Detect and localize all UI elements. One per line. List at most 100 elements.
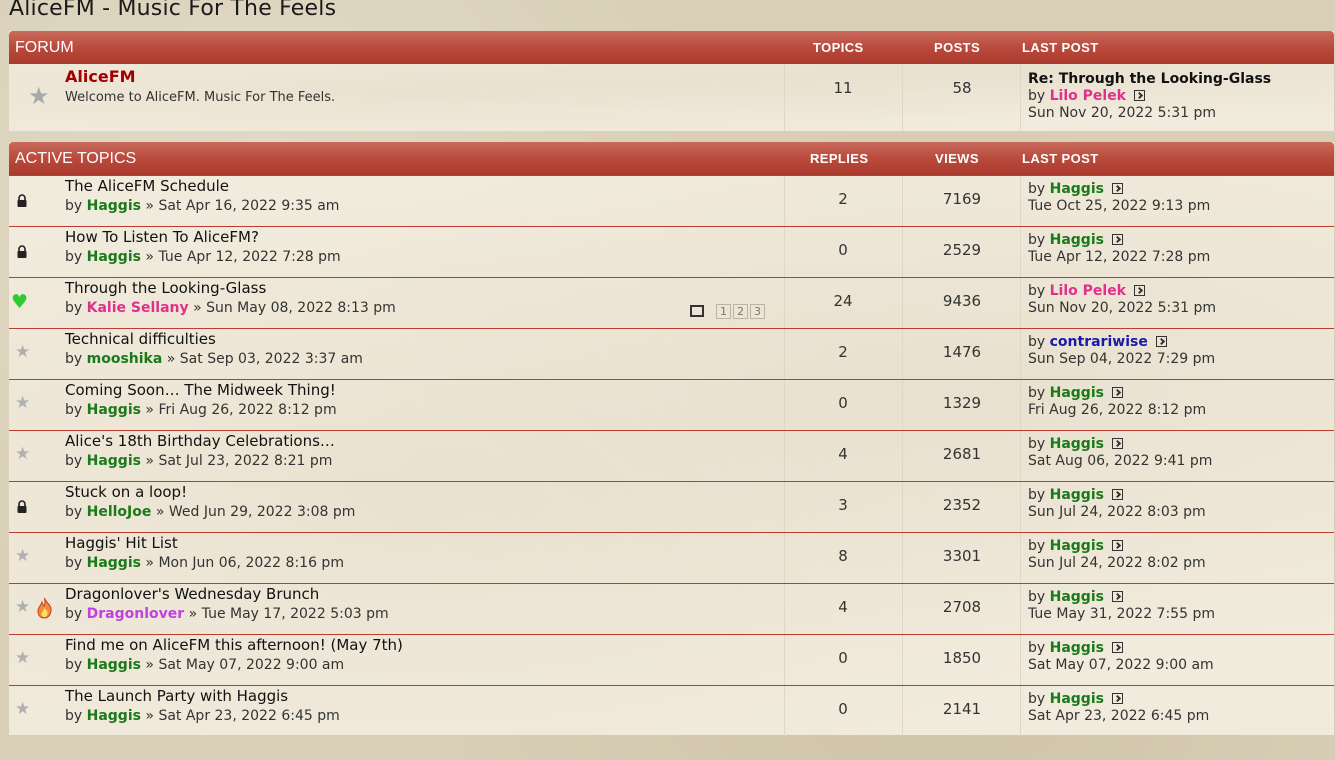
topic-row[interactable]: ♥ Through the Looking-Glass by Kalie Sella… <box>9 277 1334 328</box>
forum-name-link[interactable]: AliceFM <box>65 67 136 86</box>
topic-date: Mon Jun 06, 2022 8:16 pm <box>158 555 344 571</box>
topic-views-count: 1850 <box>942 649 982 667</box>
col-posts-header: POSTS <box>934 40 981 55</box>
forum-row[interactable]: ★ AliceFM Welcome to AliceFM. Music For … <box>9 64 1334 131</box>
site-title: AliceFM - Music For The Feels <box>9 0 337 21</box>
topic-views-count: 7169 <box>942 190 982 208</box>
topic-title-link[interactable]: Dragonlover's Wednesday Brunch <box>65 585 319 603</box>
topic-title-link[interactable]: Stuck on a loop! <box>65 483 187 501</box>
active-topics-header: ACTIVE TOPICS REPLIES VIEWS LAST POST <box>9 142 1334 175</box>
forum-last-post-author[interactable]: Lilo Pelek <box>1050 88 1126 104</box>
topic-date: Sun May 08, 2022 8:13 pm <box>206 300 396 316</box>
star-icon: ★ <box>15 444 31 464</box>
topic-author-link[interactable]: Haggis <box>87 708 141 724</box>
topic-author-link[interactable]: Haggis <box>87 198 141 214</box>
topic-replies-count: 24 <box>833 292 853 310</box>
topic-date: Tue Apr 12, 2022 7:28 pm <box>158 249 341 265</box>
topic-last-post-byline: by Haggis <box>1028 538 1123 554</box>
topic-row[interactable]: The AliceFM Schedule by Haggis » Sat Apr … <box>9 175 1334 226</box>
topic-last-post-time: Fri Aug 26, 2022 8:12 pm <box>1028 402 1207 418</box>
topic-title-link[interactable]: Alice's 18th Birthday Celebrations… <box>65 432 335 450</box>
topic-last-post-author[interactable]: Haggis <box>1050 232 1104 248</box>
col-last-post-header: LAST POST <box>1022 40 1099 55</box>
topic-row[interactable]: ★ Find me on AliceFM this afternoon! (May… <box>9 634 1334 685</box>
topic-last-post-author[interactable]: Haggis <box>1050 385 1104 401</box>
topic-rows: The AliceFM Schedule by Haggis » Sat Apr … <box>9 175 1334 736</box>
topic-author-link[interactable]: HelloJoe <box>87 504 152 520</box>
topic-author-link[interactable]: Haggis <box>87 402 141 418</box>
topic-row[interactable]: ★ Technical difficulties by mooshika » Sat… <box>9 328 1334 379</box>
topic-author-link[interactable]: Haggis <box>87 657 141 673</box>
topic-views-count: 1329 <box>942 394 982 412</box>
forum-read-star-icon: ★ <box>28 82 50 110</box>
topic-author-link[interactable]: Haggis <box>87 555 141 571</box>
topic-row[interactable]: ★ Coming Soon… The Midweek Thing! by Haggi… <box>9 379 1334 430</box>
lock-icon <box>17 245 27 258</box>
topic-replies-count: 0 <box>838 394 848 412</box>
topic-views-count: 2681 <box>942 445 982 463</box>
goto-last-post-icon[interactable] <box>1111 642 1123 653</box>
topic-author-link[interactable]: mooshika <box>87 351 163 367</box>
page-link[interactable]: 1 <box>716 304 731 319</box>
goto-last-post-icon[interactable] <box>1111 489 1123 500</box>
topic-row[interactable]: ★ Dragonlover's Wednesday Brunch by Dragon… <box>9 583 1334 634</box>
goto-last-post-icon[interactable] <box>1111 387 1123 398</box>
col-views-header: VIEWS <box>935 151 979 166</box>
topic-row[interactable]: ★ Alice's 18th Birthday Celebrations… by H… <box>9 430 1334 481</box>
goto-last-post-icon[interactable] <box>1134 285 1145 296</box>
topic-author-link[interactable]: Haggis <box>87 453 141 469</box>
topic-title-link[interactable]: Find me on AliceFM this afternoon! (May … <box>65 636 403 654</box>
topic-row[interactable]: How To Listen To AliceFM? by Haggis » Tue… <box>9 226 1334 277</box>
topic-replies-count: 2 <box>838 343 848 361</box>
topic-last-post-author[interactable]: Haggis <box>1050 181 1104 197</box>
topic-last-post-time: Tue Apr 12, 2022 7:28 pm <box>1028 249 1211 265</box>
topic-row[interactable]: ★ Haggis' Hit List by Haggis » Mon Jun 06,… <box>9 532 1334 583</box>
forum-posts-count: 58 <box>952 79 972 97</box>
topic-title-link[interactable]: The Launch Party with Haggis <box>65 687 288 705</box>
topic-row[interactable]: ★ The Launch Party with Haggis by Haggis »… <box>9 685 1334 736</box>
topic-last-post-byline: by Haggis <box>1028 589 1123 605</box>
topic-last-post-author[interactable]: Haggis <box>1050 640 1104 656</box>
active-topics-header-title: ACTIVE TOPICS <box>15 150 137 167</box>
topic-last-post-author[interactable]: Haggis <box>1050 538 1104 554</box>
topic-last-post-author[interactable]: Haggis <box>1050 691 1104 707</box>
page-link[interactable]: 3 <box>750 304 765 319</box>
topic-views-count: 2352 <box>942 496 982 514</box>
goto-last-post-icon[interactable] <box>1111 438 1123 449</box>
topic-title-link[interactable]: Haggis' Hit List <box>65 534 178 552</box>
topic-title-link[interactable]: Coming Soon… The Midweek Thing! <box>65 381 336 399</box>
topic-views-count: 2708 <box>942 598 982 616</box>
goto-last-post-icon[interactable] <box>1111 183 1123 194</box>
pagination: 123 <box>690 304 765 319</box>
topic-author-link[interactable]: Kalie Sellany <box>87 300 189 316</box>
forum-last-post-title[interactable]: Re: Through the Looking-Glass <box>1028 71 1271 87</box>
topic-date: Tue May 17, 2022 5:03 pm <box>201 606 389 622</box>
page-link[interactable]: 2 <box>733 304 748 319</box>
topic-author-link[interactable]: Dragonlover <box>87 606 185 622</box>
topic-row[interactable]: Stuck on a loop! by HelloJoe » Wed Jun 29… <box>9 481 1334 532</box>
topic-title-link[interactable]: Through the Looking-Glass <box>65 279 266 297</box>
goto-last-post-icon[interactable] <box>1111 540 1123 551</box>
col-topics-header: TOPICS <box>813 40 864 55</box>
goto-last-post-icon[interactable] <box>1155 336 1167 347</box>
goto-last-post-icon[interactable] <box>1134 90 1145 101</box>
goto-last-post-icon[interactable] <box>1111 693 1123 704</box>
topic-last-post-author[interactable]: Lilo Pelek <box>1050 283 1126 299</box>
topic-byline: by Haggis » Sat Jul 23, 2022 8:21 pm <box>65 453 333 469</box>
topic-last-post-author[interactable]: Haggis <box>1050 487 1104 503</box>
topic-title-link[interactable]: Technical difficulties <box>65 330 216 348</box>
star-icon: ★ <box>15 546 31 566</box>
heart-icon: ♥ <box>11 291 29 313</box>
goto-last-post-icon[interactable] <box>1111 591 1123 602</box>
topic-last-post-author[interactable]: Haggis <box>1050 436 1104 452</box>
topic-byline: by HelloJoe » Wed Jun 29, 2022 3:08 pm <box>65 504 356 520</box>
topic-last-post-time: Sat May 07, 2022 9:00 am <box>1028 657 1214 673</box>
goto-last-post-icon[interactable] <box>1111 234 1123 245</box>
topic-title-link[interactable]: The AliceFM Schedule <box>65 177 229 195</box>
topic-title-link[interactable]: How To Listen To AliceFM? <box>65 228 259 246</box>
topic-last-post-author[interactable]: Haggis <box>1050 589 1104 605</box>
topic-last-post-author[interactable]: contrariwise <box>1050 334 1148 350</box>
topic-author-link[interactable]: Haggis <box>87 249 141 265</box>
col-replies-header: REPLIES <box>810 151 869 166</box>
topic-views-count: 3301 <box>942 547 982 565</box>
